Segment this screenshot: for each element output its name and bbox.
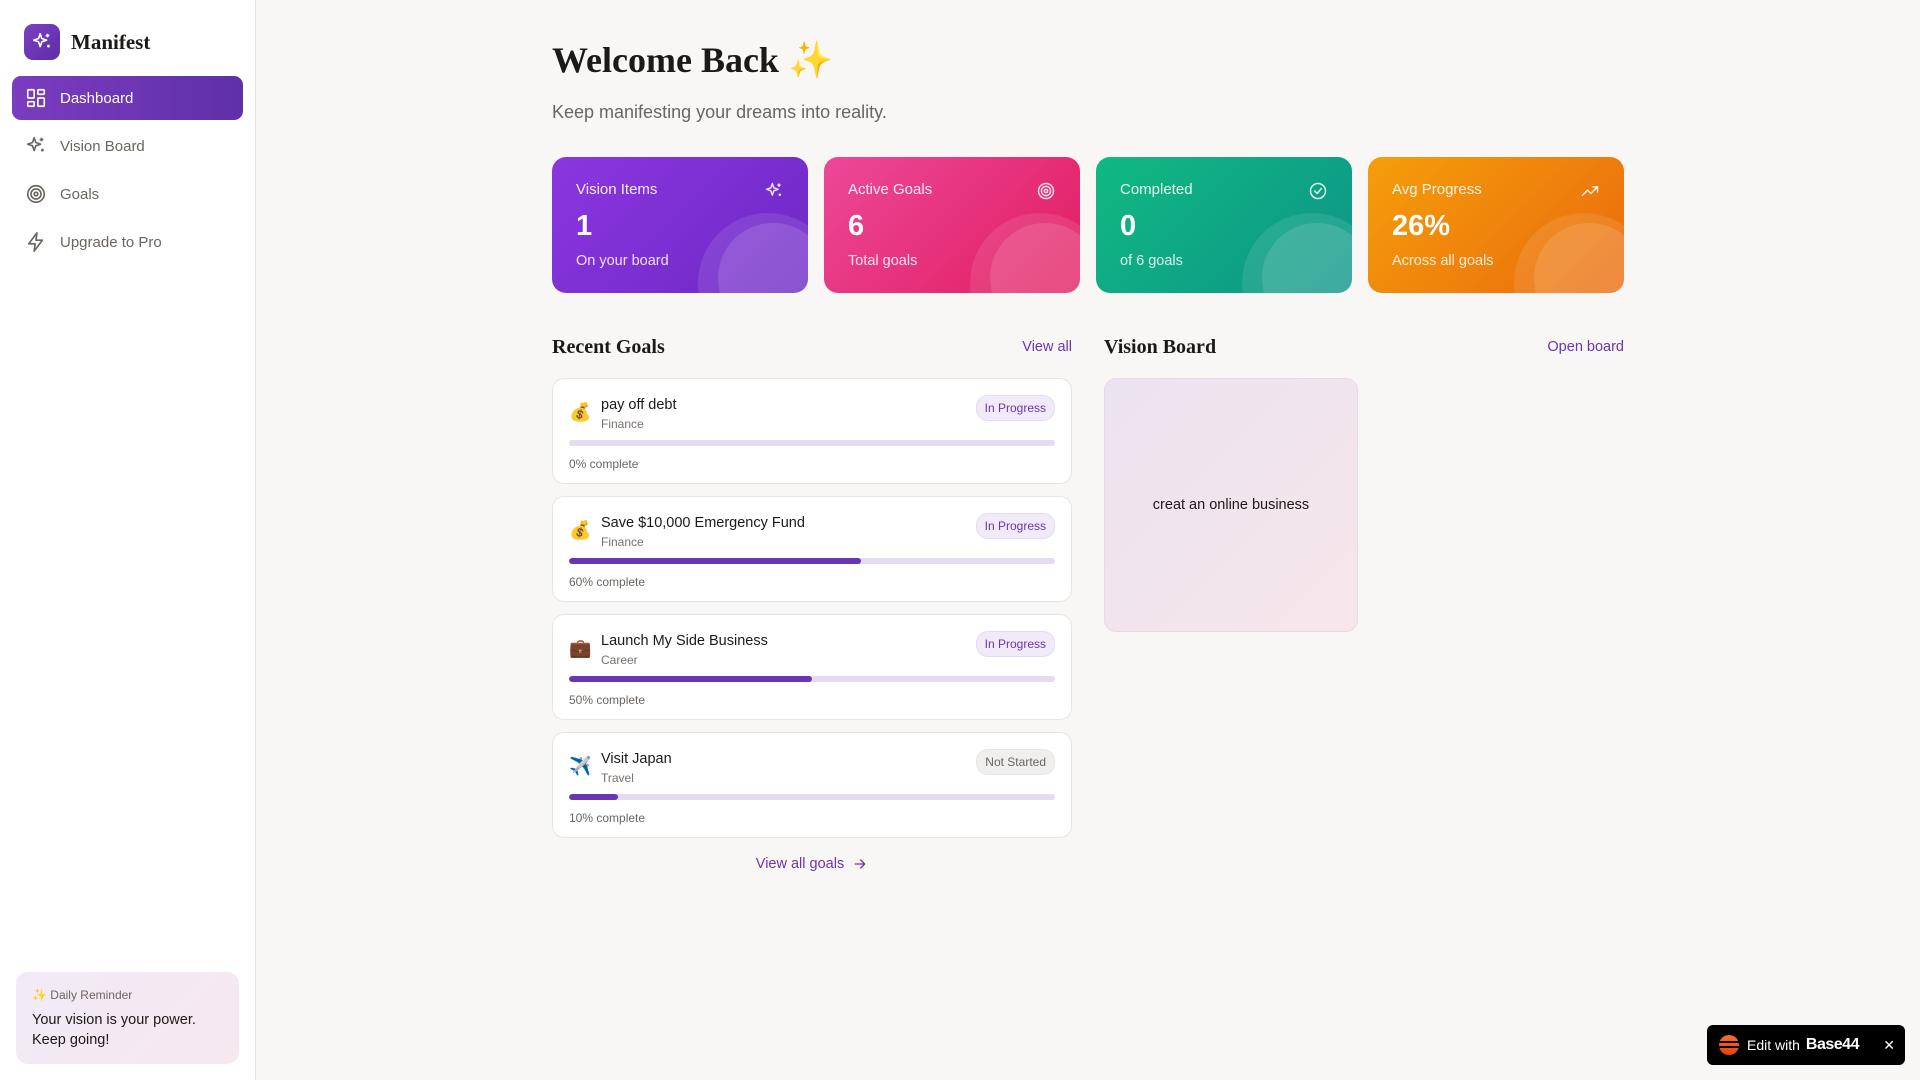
stat-sub: On your board: [576, 253, 669, 269]
progress-fill: [569, 558, 861, 564]
recent-goals-section: Recent Goals View all 💰 pay off debt Fin…: [552, 333, 1072, 872]
goal-card[interactable]: 💼 Launch My Side Business Career In Prog…: [552, 614, 1072, 720]
edit-with-base44-badge[interactable]: Edit with Base44 ✕: [1707, 1025, 1905, 1065]
view-all-goals-label: View all goals: [755, 856, 845, 872]
sidebar-item-dashboard[interactable]: Dashboard: [12, 76, 243, 120]
goal-category: Finance: [601, 417, 644, 431]
progress-fill: [569, 676, 812, 682]
progress-label: 10% complete: [569, 811, 646, 825]
goal-header: 💼 Launch My Side Business Career In Prog…: [569, 631, 1055, 667]
sidebar-item-goals[interactable]: Goals: [12, 172, 243, 216]
daily-reminder: ✨ Daily Reminder Your vision is your pow…: [16, 972, 239, 1064]
goal-name: pay off debt: [601, 397, 677, 413]
page-subtitle: Keep manifesting your dreams into realit…: [552, 102, 887, 122]
arrow-right-icon: [854, 859, 866, 869]
sidebar-item-label: Vision Board: [60, 137, 145, 155]
target-icon: [1037, 182, 1055, 200]
goal-emoji: ✈️: [569, 756, 592, 776]
status-badge: In Progress: [975, 395, 1055, 421]
goal-category: Finance: [601, 535, 644, 549]
stat-card-active-goals[interactable]: Active Goals 6 Total goals: [824, 157, 1080, 293]
reminder-title: ✨ Daily Reminder: [32, 988, 133, 1002]
goal-header: 💰 pay off debt Finance In Progress: [569, 395, 1055, 431]
sidebar-item-upgrade[interactable]: Upgrade to Pro: [12, 220, 243, 264]
target-icon: [24, 182, 48, 206]
progress-bar: [569, 794, 1055, 800]
status-badge: Not Started: [976, 749, 1055, 775]
progress-label: 50% complete: [569, 693, 646, 707]
dashboard-icon: [24, 86, 48, 110]
view-all-link[interactable]: View all: [1022, 339, 1072, 355]
sidebar-nav: Dashboard Vision Board Goals Upgrade to …: [12, 76, 243, 268]
goal-category: Career: [601, 653, 638, 667]
section-title: Recent Goals: [552, 335, 665, 358]
goal-info: Launch My Side Business Career: [601, 631, 976, 667]
goal-card[interactable]: ✈️ Visit Japan Travel Not Started 10% co…: [552, 732, 1072, 838]
goal-emoji: 💰: [569, 520, 592, 540]
goal-header: ✈️ Visit Japan Travel Not Started: [569, 749, 1055, 785]
vision-card-text: creat an online business: [1152, 497, 1310, 513]
edit-brand: Base44: [1805, 1036, 1860, 1053]
check-circle-icon: [1309, 182, 1327, 200]
progress-label: 60% complete: [569, 575, 646, 589]
stat-card-completed[interactable]: Completed 0 of 6 goals: [1096, 157, 1352, 293]
goal-info: Visit Japan Travel: [601, 749, 976, 785]
close-icon[interactable]: ✕: [1883, 1037, 1895, 1054]
stat-card-vision-items[interactable]: Vision Items 1 On your board: [552, 157, 808, 293]
stat-label: Vision Items: [576, 181, 658, 198]
page-title: Welcome Back ✨: [552, 40, 833, 80]
stats-row: Vision Items 1 On your board Active Goal…: [552, 157, 1624, 293]
edit-prefix: Edit with: [1747, 1037, 1800, 1053]
sidebar-item-vision-board[interactable]: Vision Board: [12, 124, 243, 168]
goal-info: Save $10,000 Emergency Fund Finance: [601, 513, 976, 549]
progress-bar: [569, 558, 1055, 564]
section-header: Vision Board Open board: [1104, 333, 1624, 361]
brand[interactable]: Manifest: [24, 24, 150, 60]
stat-sub: of 6 goals: [1120, 253, 1183, 269]
progress-bar: [569, 440, 1055, 446]
base44-logo-icon: [1719, 1035, 1739, 1055]
sparkles-icon: [24, 134, 48, 158]
section-title: Vision Board: [1104, 335, 1217, 358]
stat-card-avg-progress[interactable]: Avg Progress 26% Across all goals: [1368, 157, 1624, 293]
main-content: Welcome Back ✨ Keep manifesting your dre…: [552, 36, 1624, 872]
reminder-text: Your vision is your power. Keep going!: [32, 1012, 196, 1048]
sparkles-icon: [24, 24, 60, 60]
stat-sub: Total goals: [848, 253, 918, 269]
brand-name: Manifest: [71, 29, 151, 54]
progress-label: 0% complete: [569, 457, 639, 471]
status-badge: In Progress: [975, 513, 1055, 539]
goal-emoji: 💼: [569, 638, 592, 658]
goal-name: Visit Japan: [601, 751, 672, 767]
lightning-icon: [24, 230, 48, 254]
status-badge: In Progress: [975, 631, 1055, 657]
view-all-goals-link[interactable]: View all goals: [552, 856, 1072, 872]
progress-bar: [569, 676, 1055, 682]
section-header: Recent Goals View all: [552, 333, 1072, 361]
sparkles-icon: [765, 182, 782, 196]
trending-up-icon: [1581, 186, 1599, 196]
vision-board-section: Vision Board Open board creat an online …: [1104, 333, 1624, 872]
sidebar-item-label: Upgrade to Pro: [60, 233, 162, 251]
goal-category: Travel: [601, 771, 634, 785]
sidebar-item-label: Dashboard: [60, 89, 134, 107]
open-board-link[interactable]: Open board: [1547, 339, 1624, 355]
goal-info: pay off debt Finance: [601, 395, 976, 431]
stat-label: Avg Progress: [1392, 181, 1482, 198]
goal-name: Launch My Side Business: [601, 633, 768, 649]
sidebar: Manifest Dashboard Vision Board Goals Up…: [0, 0, 256, 1080]
goal-emoji: 💰: [569, 402, 592, 422]
stat-sub: Across all goals: [1392, 253, 1494, 269]
goal-header: 💰 Save $10,000 Emergency Fund Finance In…: [569, 513, 1055, 549]
goal-name: Save $10,000 Emergency Fund: [601, 515, 805, 531]
content-columns: Recent Goals View all 💰 pay off debt Fin…: [552, 333, 1624, 872]
goal-card[interactable]: 💰 Save $10,000 Emergency Fund Finance In…: [552, 496, 1072, 602]
progress-fill: [569, 794, 618, 800]
vision-card[interactable]: creat an online business: [1104, 378, 1358, 632]
goal-card[interactable]: 💰 pay off debt Finance In Progress 0% co…: [552, 378, 1072, 484]
stat-label: Active Goals: [848, 181, 933, 198]
sidebar-item-label: Goals: [60, 185, 100, 203]
stat-label: Completed: [1120, 181, 1193, 198]
